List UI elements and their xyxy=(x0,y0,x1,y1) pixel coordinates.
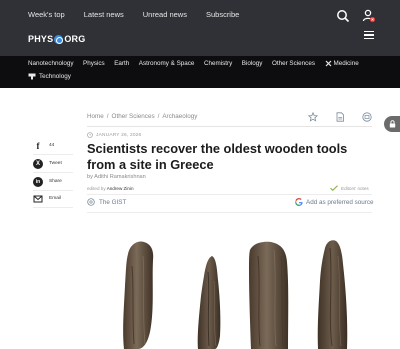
category-medicine: Medicine xyxy=(333,60,359,67)
category-nanotechnology[interactable]: Nanotechnology xyxy=(28,60,74,67)
byline-prefix: by xyxy=(87,174,93,180)
preferred-source-button[interactable]: Add as preferred source xyxy=(295,198,374,206)
article-title: Scientists recover the oldest wooden too… xyxy=(87,141,348,172)
editors-notes-label: Editors' notes xyxy=(341,185,369,191)
nav-latest-news[interactable]: Latest news xyxy=(84,10,124,19)
checkmark-icon xyxy=(330,185,338,191)
category-other-sciences[interactable]: Other Sciences xyxy=(272,60,315,67)
nav-unread-news[interactable]: Unread news xyxy=(143,10,187,19)
site-logo[interactable]: PHYS ORG xyxy=(28,34,85,44)
lock-icon xyxy=(389,120,395,128)
print-icon[interactable] xyxy=(362,112,372,122)
logo-right: ORG xyxy=(64,34,86,44)
nav-subscribe[interactable]: Subscribe xyxy=(206,10,239,19)
bookmark-star-icon[interactable] xyxy=(308,112,318,122)
top-nav: Week's top Latest news Unread news Subsc… xyxy=(28,10,258,19)
share-label: Share xyxy=(49,179,62,184)
gist-icon xyxy=(87,198,95,206)
divider xyxy=(87,212,372,213)
byline: by Adithi Ramakrishnan xyxy=(87,174,146,180)
category-technology-item[interactable]: Technology xyxy=(28,73,80,80)
facebook-icon: f xyxy=(36,140,40,151)
share-email[interactable]: Email xyxy=(33,192,73,205)
user-icon[interactable] xyxy=(362,9,376,23)
article-image-wooden-tools xyxy=(123,240,348,349)
article-date: JANUARY 26, 2026 xyxy=(87,132,141,138)
category-technology: Technology xyxy=(39,73,71,80)
lock-button[interactable] xyxy=(384,116,400,132)
logo-globe-icon xyxy=(54,34,64,44)
google-icon xyxy=(295,198,303,206)
menu-icon[interactable] xyxy=(364,31,374,40)
breadcrumb-other-sciences[interactable]: Other Sciences xyxy=(112,113,155,120)
email-label: Email xyxy=(49,196,61,201)
article-actions xyxy=(308,112,372,122)
category-bar: Nanotechnology Physics Earth Astronomy &… xyxy=(0,56,400,88)
breadcrumb: Home / Other Sciences / Archaeology xyxy=(87,113,197,120)
linkedin-icon: in xyxy=(33,176,43,187)
editor-name[interactable]: Andrew Zinin xyxy=(107,186,134,191)
edited-prefix: edited by xyxy=(87,186,106,191)
breadcrumb-archaeology[interactable]: Archaeology xyxy=(162,113,197,120)
category-biology[interactable]: Biology xyxy=(242,60,263,67)
search-icon[interactable] xyxy=(336,9,350,23)
nav-weeks-top[interactable]: Week's top xyxy=(28,10,65,19)
date-text: JANUARY 26, 2026 xyxy=(96,132,142,138)
breadcrumb-separator: / xyxy=(106,113,109,120)
clock-icon xyxy=(87,132,93,138)
category-chemistry[interactable]: Chemistry xyxy=(204,60,232,67)
gist-label: The GIST xyxy=(99,198,127,206)
divider xyxy=(87,194,372,195)
tweet-label: Tweet xyxy=(49,161,62,166)
divider xyxy=(87,126,372,127)
category-astronomy[interactable]: Astronomy & Space xyxy=(139,60,195,67)
pdf-icon[interactable] xyxy=(335,112,345,122)
author-link[interactable]: Adithi Ramakrishnan xyxy=(94,174,146,180)
breadcrumb-home[interactable]: Home xyxy=(87,113,104,120)
medicine-icon xyxy=(325,60,331,67)
share-tweet[interactable]: X Tweet xyxy=(33,157,73,170)
gist-toggle[interactable]: The GIST xyxy=(87,198,126,206)
edited-by: edited by Andrew Zinin xyxy=(87,186,134,191)
editors-notes[interactable]: Editors' notes xyxy=(330,185,369,191)
facebook-count: 44 xyxy=(49,143,55,148)
category-earth[interactable]: Earth xyxy=(114,60,129,67)
email-icon xyxy=(33,195,43,202)
category-physics[interactable]: Physics xyxy=(83,60,105,67)
logo-left: PHYS xyxy=(28,34,54,44)
share-linkedin[interactable]: in Share xyxy=(33,175,73,188)
breadcrumb-separator: / xyxy=(157,113,160,120)
technology-icon xyxy=(28,73,36,80)
category-medicine-item[interactable]: Medicine xyxy=(325,60,369,67)
top-header: Week's top Latest news Unread news Subsc… xyxy=(0,0,400,56)
preferred-source-label: Add as preferred source xyxy=(306,198,374,206)
x-icon: X xyxy=(33,158,43,169)
share-facebook[interactable]: f 44 xyxy=(33,139,73,152)
